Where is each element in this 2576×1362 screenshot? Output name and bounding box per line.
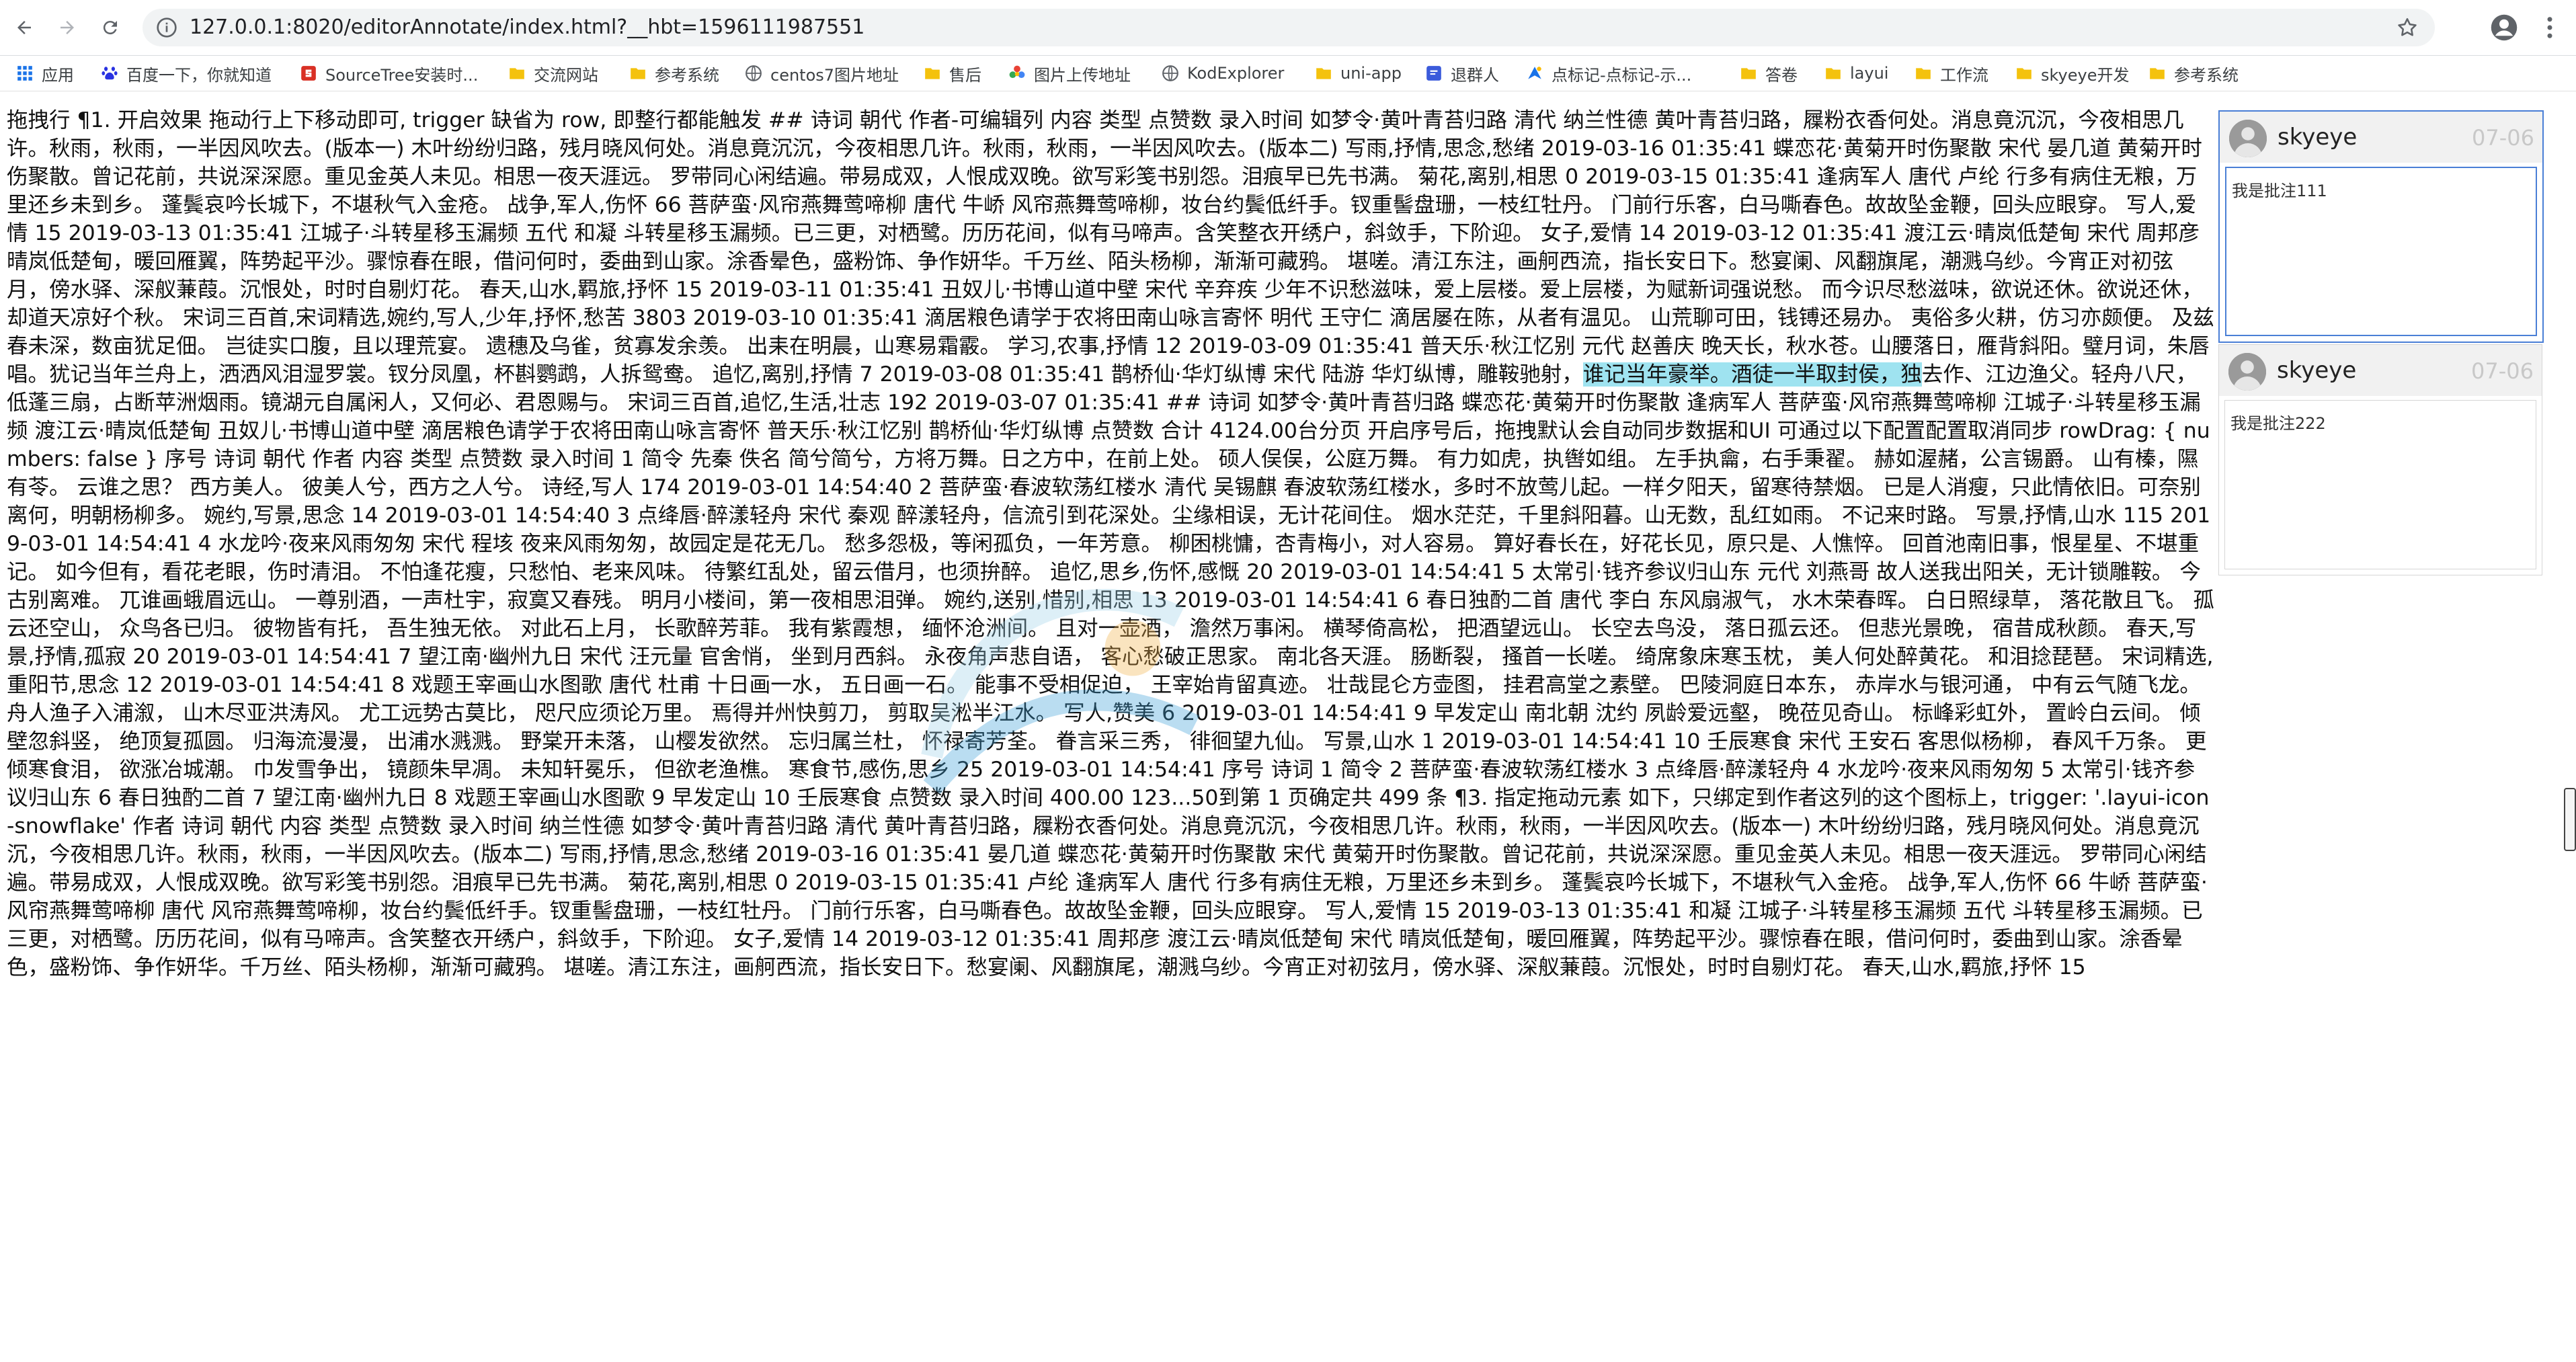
bookmark-label: 参考系统 [655,65,719,85]
bookmark-folder[interactable]: layui [1824,60,1888,87]
bookmark-label: centos7图片地址 [770,65,899,85]
bookmark-folder[interactable]: uni-app [1315,60,1402,87]
editor-text: 拖拽行 ¶1. 开启效果 拖动行上下移动即可, trigger 缺省为 row,… [7,108,2214,387]
folder-icon [631,68,645,79]
annotation-text[interactable]: 我是批注111 [2225,167,2537,336]
bookmark-apps[interactable]: 应用 [16,60,74,87]
bookmark-kodexplorer[interactable]: KodExplorer [1162,60,1284,87]
avatar [2228,353,2266,391]
folder-icon [1316,68,1331,79]
folder-icon [2017,68,2031,79]
globe-icon [746,65,762,81]
reload-button[interactable] [95,13,125,42]
bookmark-sourcetree[interactable]: SourceTree安装时... [300,60,478,87]
annotation-card[interactable]: skyeye 07-06 我是批注222 [2218,344,2542,575]
baidu-paw-icon [102,67,118,80]
bookmark-folder[interactable]: 售后 [924,60,981,87]
globe-icon [1162,65,1178,81]
bookmark-label: 工作流 [1940,65,1988,85]
bookmark-centos[interactable]: centos7图片地址 [745,60,899,87]
annotation-author: skyeye [2277,357,2357,384]
annotation-author: skyeye [2278,124,2358,151]
back-button[interactable] [9,13,39,42]
flower-icon [1009,65,1025,79]
bookmark-label: 退群人 [1451,65,1499,85]
bookmark-label: 点标记-点标记-示... [1552,65,1692,85]
apps-grid-icon [17,66,32,81]
user-avatar-icon [2229,120,2267,157]
arrow-right-icon [61,21,74,34]
annotation-text[interactable]: 我是批注222 [2224,400,2536,569]
folder-icon [2150,68,2165,79]
folder-icon [510,68,524,79]
bookmark-label: uni-app [1340,64,1402,83]
folder-icon [1741,68,1756,79]
folder-icon [1916,68,1931,79]
bookmark-label: 图片上传地址 [1034,65,1131,85]
address-bar[interactable]: 127.0.0.1:8020/editorAnnotate/index.html… [143,9,2435,46]
annotation-header: skyeye 07-06 [2220,112,2542,163]
annotation-header: skyeye 07-06 [2219,345,2542,396]
bookmark-amap[interactable]: 点标记-点标记-示... [1526,60,1691,87]
folder-icon [1826,68,1841,79]
bookmark-label: KodExplorer [1187,64,1285,83]
more-vertical-icon[interactable] [2536,13,2564,42]
annotation-card[interactable]: skyeye 07-06 我是批注111 [2218,110,2544,343]
bookmark-star-icon[interactable] [2396,16,2419,39]
bookmark-label: SourceTree安装时... [325,65,479,85]
bookmark-folder[interactable]: 答卷 [1740,60,1798,87]
bookmark-label: layui [1850,64,1889,83]
scrollbar-thumb[interactable] [2564,788,2576,851]
bookmark-folder[interactable]: 参考系统 [629,60,719,87]
user-avatar-icon [2228,353,2266,391]
bookmark-baidu[interactable]: 百度一下，你就知道 [101,60,272,87]
profile-avatar-icon[interactable] [2490,13,2518,42]
arrow-left-icon [17,21,31,34]
editor-content[interactable]: 拖拽行 ¶1. 开启效果 拖动行上下移动即可, trigger 缺省为 row,… [7,106,2215,980]
reload-icon [103,21,117,35]
bookmark-folder[interactable]: skyeye开发 [2015,60,2129,87]
bookmark-folder[interactable]: 工作流 [1915,60,1988,87]
amap-icon [1528,67,1541,79]
annotated-highlight[interactable]: 谁记当年豪举。酒徒一半取封侯，独 [1582,362,1922,387]
sourcetree-icon [301,66,316,81]
editor-text: 去作、江边渔父。轻舟八尺，低蓬三扇，占断苹洲烟雨。镜湖元自属闲人，又何必、君恩赐… [7,362,2214,979]
bookmark-label: 答卷 [1765,65,1798,85]
bookmark-tuiqun[interactable]: 退群人 [1425,60,1499,87]
annotation-date: 07-06 [2472,125,2534,151]
bookmarks-bar: 应用 百度一下，你就知道 SourceTree安装时... 交流网站 参考系统 … [0,56,2576,91]
bookmark-label: skyeye开发 [2041,65,2130,85]
folder-icon [925,68,940,79]
bookmark-folder[interactable]: 参考系统 [2148,60,2239,87]
blue-square-icon [1426,66,1441,81]
bookmark-image-upload[interactable]: 图片上传地址 [1008,60,1131,87]
bookmark-label: 交流网站 [534,65,598,85]
forward-button[interactable] [52,13,82,42]
avatar [2229,120,2267,157]
bookmark-folder[interactable]: 交流网站 [508,60,598,87]
annotation-date: 07-06 [2471,358,2534,384]
url-text[interactable]: 127.0.0.1:8020/editorAnnotate/index.html… [190,17,864,38]
bookmark-label: 百度一下，你就知道 [126,65,272,85]
bookmark-label: 应用 [42,65,74,85]
bookmark-label: 参考系统 [2174,65,2239,85]
bookmark-label: 售后 [949,65,981,85]
browser-toolbar: 127.0.0.1:8020/editorAnnotate/index.html… [0,0,2576,56]
info-icon[interactable] [156,17,177,38]
